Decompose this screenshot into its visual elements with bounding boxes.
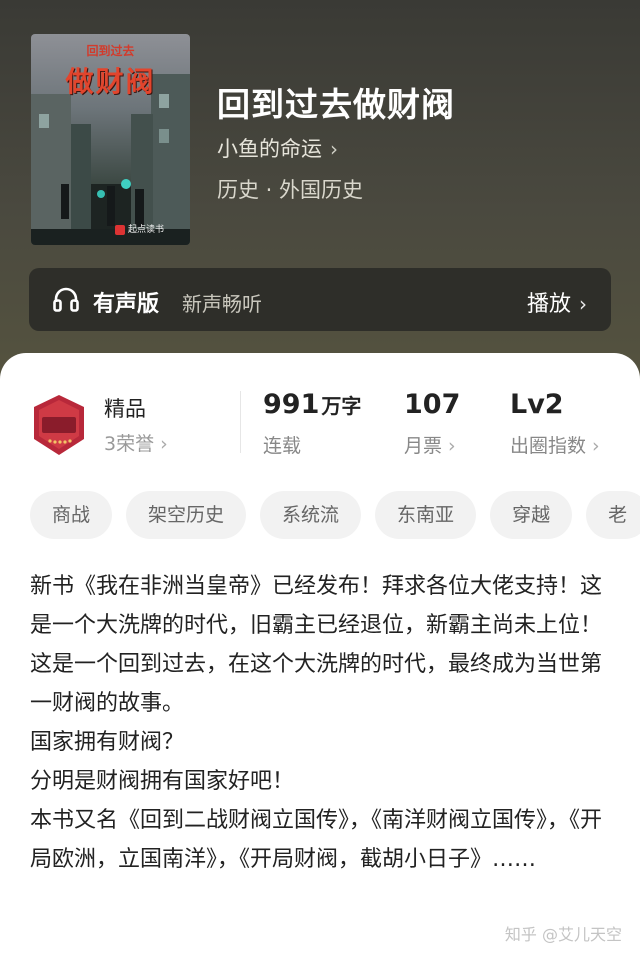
- author-link[interactable]: 小鱼的命运 ›: [217, 133, 338, 163]
- monthly-votes-value: 107: [404, 389, 461, 420]
- book-cover[interactable]: 回到过去 做财阀 起点读书: [31, 34, 190, 245]
- book-description[interactable]: 新书《我在非洲当皇帝》已经发布！拜求各位大佬支持！这是一个大洗牌的时代，旧霸主已…: [30, 567, 610, 879]
- play-button[interactable]: 播放 ›: [527, 286, 587, 318]
- chevron-right-icon: ›: [448, 435, 456, 457]
- popularity-index-link[interactable]: 出圈指数 ›: [510, 431, 600, 458]
- description-paragraph: 分明是财阀拥有国家好吧！: [30, 769, 295, 794]
- tag-chip[interactable]: 东南亚: [375, 491, 477, 539]
- author-name: 小鱼的命运: [217, 137, 322, 161]
- description-paragraph: 国家拥有财阀？: [30, 730, 185, 755]
- tag-chip[interactable]: 商战: [30, 491, 113, 539]
- description-paragraph: 本书又名《回到二战财阀立国传》，《南洋财阀立国传》，《开局欧洲，立国南洋》，《开…: [30, 808, 603, 872]
- honor-title: 精品: [104, 397, 146, 421]
- book-header: 回到过去 做财阀 起点读书 回到过去做财阀 小鱼的命运 › 历史 · 外国历史 有…: [0, 0, 640, 380]
- publisher-logo-icon: [114, 224, 125, 235]
- headphones-icon: [53, 287, 79, 312]
- tag-chip[interactable]: 老: [586, 491, 640, 539]
- cover-top-text: 回到过去: [86, 44, 135, 58]
- serial-status-label: 连载: [263, 435, 302, 457]
- tag-chip[interactable]: 穿越: [490, 491, 573, 539]
- audio-sublabel: 新声畅听: [182, 292, 262, 316]
- cover-publisher-label: 起点读书: [127, 225, 164, 235]
- play-label: 播放: [526, 292, 571, 317]
- chevron-right-icon: ›: [160, 433, 168, 455]
- chevron-right-icon: ›: [330, 137, 338, 161]
- cover-publisher: 起点读书: [114, 222, 164, 235]
- chevron-right-icon: ›: [579, 292, 587, 316]
- honor-count-link[interactable]: 3荣誉 ›: [104, 429, 168, 456]
- audio-label: 有声版: [93, 292, 160, 317]
- book-genre[interactable]: 历史 · 外国历史: [217, 174, 363, 204]
- popularity-index-value: Lv2: [510, 389, 564, 420]
- word-count-unit: 万字: [321, 394, 362, 418]
- word-count-value: 991 万字: [263, 389, 361, 420]
- popularity-index-label: 出圈指数: [510, 435, 587, 457]
- description-paragraph: 新书《我在非洲当皇帝》已经发布！拜求各位大佬支持！这是一个大洗牌的时代，旧霸主已…: [30, 574, 603, 716]
- chevron-right-icon: ›: [592, 435, 600, 457]
- book-title: 回到过去做财阀: [217, 85, 455, 124]
- watermark: 知乎 @艾儿天空: [504, 925, 622, 944]
- honor-count: 3荣誉: [104, 433, 155, 455]
- monthly-votes-label: 月票: [404, 435, 443, 457]
- audio-version-bar[interactable]: 有声版 新声畅听 播放 ›: [29, 268, 611, 331]
- cover-title-text: 做财阀: [65, 65, 156, 98]
- stats-divider: [240, 391, 241, 453]
- premium-channel-badge-icon[interactable]: [30, 393, 88, 457]
- word-count-number: 991: [263, 389, 320, 420]
- monthly-votes-link[interactable]: 月票 ›: [404, 431, 456, 458]
- book-info-card: 精品 3荣誉 › 991 万字 连载 107 月票 › Lv2 出圈指数 › 商战 架空历…: [0, 353, 640, 963]
- tag-list: 商战 架空历史 系统流 东南亚 穿越老: [30, 491, 640, 543]
- tag-chip[interactable]: 架空历史: [126, 491, 247, 539]
- tag-chip[interactable]: 系统流: [260, 491, 362, 539]
